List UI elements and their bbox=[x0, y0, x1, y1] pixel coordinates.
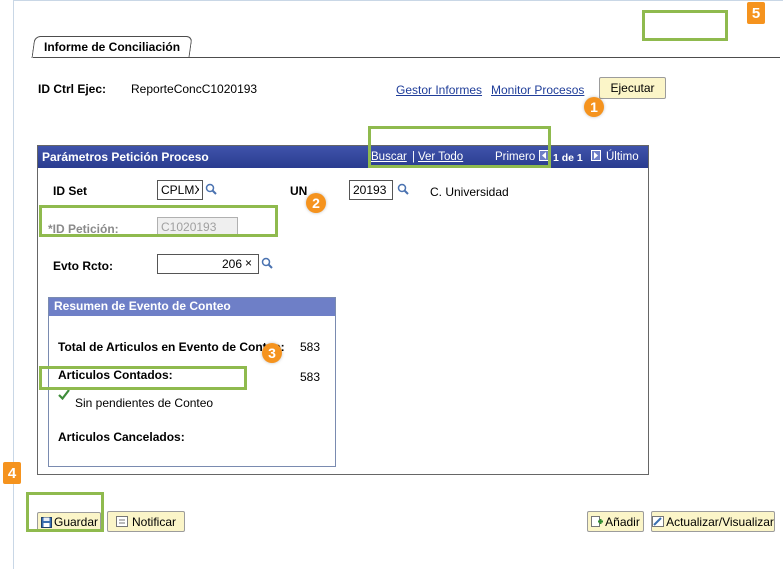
setid-lookup-icon[interactable] bbox=[205, 183, 217, 195]
callout-badge-2: 2 bbox=[306, 193, 326, 213]
total-items-label: Total de Articulos en Evento de Conteo: bbox=[58, 340, 285, 354]
setid-input[interactable] bbox=[157, 180, 203, 200]
event-label: Evto Rcto: bbox=[53, 259, 113, 273]
callout-badge-4: 4 bbox=[3, 462, 21, 484]
run-button[interactable]: Ejecutar bbox=[599, 77, 666, 99]
notify-button[interactable]: Notificar bbox=[107, 511, 185, 532]
run-control-label: ID Ctrl Ejec: bbox=[38, 82, 107, 96]
callout-badge-3: 3 bbox=[262, 343, 282, 363]
highlight-box-4 bbox=[26, 492, 104, 532]
event-lookup-icon[interactable] bbox=[261, 257, 273, 269]
update-display-button[interactable]: Actualizar/Visualizar bbox=[651, 511, 775, 532]
unit-description: C. Universidad bbox=[430, 185, 509, 199]
tab-informe-conciliacion[interactable]: Informe de Conciliación bbox=[31, 36, 193, 58]
highlight-box-2 bbox=[39, 205, 278, 237]
params-title: Parámetros Petición Proceso bbox=[42, 150, 209, 164]
total-items-value: 583 bbox=[300, 340, 321, 354]
callout-badge-5: 5 bbox=[747, 2, 765, 24]
summary-title: Resumen de Evento de Conteo bbox=[54, 299, 231, 313]
nav-count: 1 de 1 bbox=[553, 152, 583, 164]
run-control-value: ReporteConcC1020193 bbox=[131, 82, 258, 96]
tab-label: Informe de Conciliación bbox=[44, 40, 181, 54]
notify-button-label: Notificar bbox=[131, 514, 176, 529]
process-monitor-link[interactable]: Monitor Procesos bbox=[491, 83, 584, 97]
add-button[interactable]: Añadir bbox=[587, 511, 644, 532]
event-input[interactable] bbox=[157, 254, 259, 274]
nav-last-label: Último bbox=[606, 151, 639, 163]
highlight-box-3 bbox=[39, 366, 247, 390]
highlight-box-1 bbox=[368, 126, 551, 168]
next-arrow-icon[interactable] bbox=[591, 150, 601, 161]
setid-label: ID Set bbox=[53, 184, 88, 198]
tab-underline bbox=[33, 57, 780, 58]
status-text: Sin pendientes de Conteo bbox=[75, 396, 214, 410]
counted-items-value: 583 bbox=[300, 370, 321, 384]
unit-lookup-icon[interactable] bbox=[397, 183, 409, 195]
add-button-label: Añadir bbox=[605, 514, 640, 529]
update-display-icon bbox=[652, 516, 665, 527]
clear-x-icon[interactable]: × bbox=[245, 256, 252, 270]
update-display-button-label: Actualizar/Visualizar bbox=[666, 514, 774, 529]
callout-badge-1: 1 bbox=[584, 97, 604, 117]
highlight-box-5 bbox=[642, 10, 728, 41]
unit-input[interactable] bbox=[349, 180, 393, 200]
unit-label: UN bbox=[290, 184, 308, 198]
checkmark-icon bbox=[58, 389, 70, 400]
frame-top-border bbox=[13, 0, 783, 1]
report-manager-link[interactable]: Gestor Informes bbox=[396, 83, 482, 97]
add-icon bbox=[591, 516, 604, 527]
notify-icon bbox=[115, 516, 128, 527]
cancelled-items-label: Articulos Cancelados: bbox=[58, 430, 185, 444]
